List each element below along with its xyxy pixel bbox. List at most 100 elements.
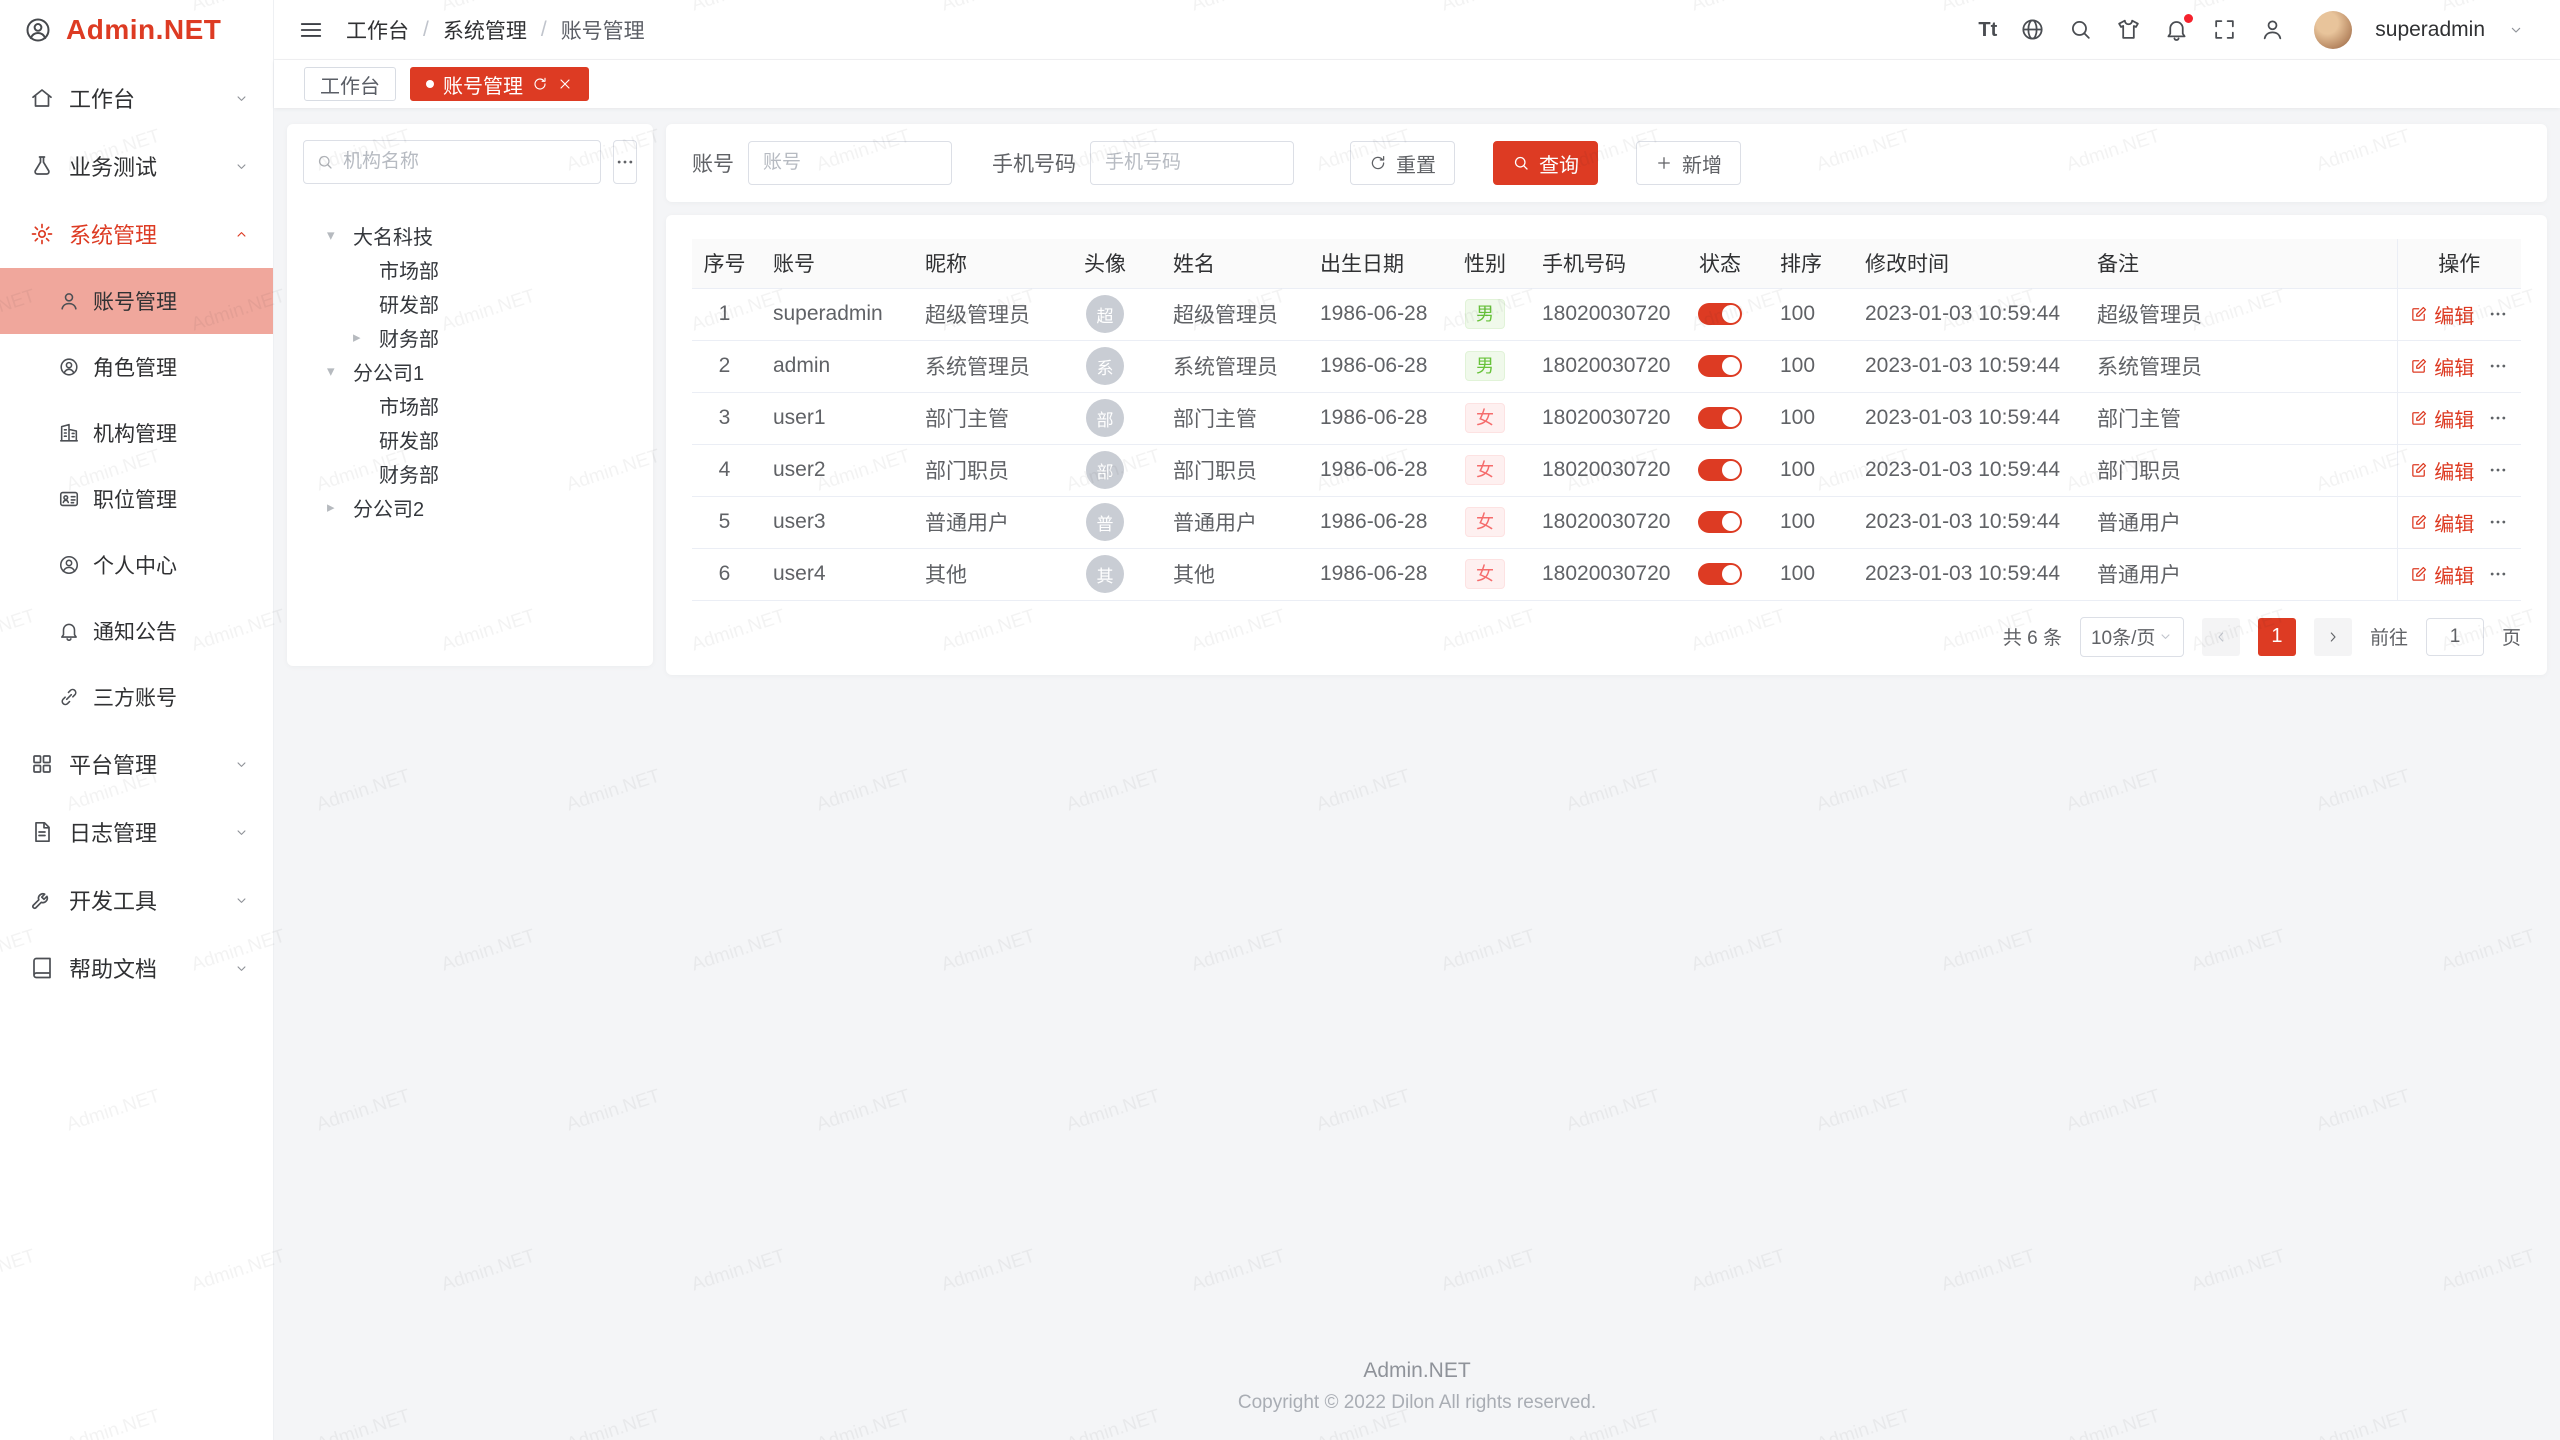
edit-button[interactable]: 编辑	[2410, 560, 2474, 589]
org-tree-panel: ▾ 大名科技 市场部 研发部 ▸ 财务部	[287, 124, 653, 666]
tab-account-management[interactable]: 账号管理	[410, 67, 589, 101]
sidebar-item-system-management[interactable]: 系统管理	[0, 200, 273, 268]
user-name[interactable]: superadmin	[2375, 18, 2485, 42]
goto-label: 前往	[2370, 623, 2408, 650]
sidebar-item-personal-center[interactable]: 个人中心	[0, 532, 273, 598]
tree-node[interactable]: ▸ 分公司2	[303, 490, 637, 524]
close-icon[interactable]	[557, 76, 573, 92]
tree-node[interactable]: 财务部	[303, 456, 637, 490]
gender-tag: 男	[1465, 351, 1505, 381]
phone-input[interactable]	[1090, 141, 1294, 185]
more-actions-icon[interactable]	[2488, 512, 2508, 532]
org-search-input[interactable]	[343, 151, 588, 173]
edit-button[interactable]: 编辑	[2410, 352, 2474, 381]
cell-phone: 18020030720	[1526, 444, 1676, 496]
status-toggle[interactable]	[1698, 407, 1742, 429]
sidebar-item-label: 个人中心	[93, 550, 177, 580]
tree-node[interactable]: 市场部	[303, 388, 637, 422]
add-button[interactable]: 新增	[1636, 141, 1741, 185]
status-toggle[interactable]	[1698, 563, 1742, 585]
chevron-down-icon	[234, 961, 249, 976]
logo-text: Admin.NET	[66, 14, 221, 46]
cell-birth-date: 1986-06-28	[1304, 548, 1444, 600]
edit-button[interactable]: 编辑	[2410, 508, 2474, 537]
page-number-1[interactable]: 1	[2258, 618, 2296, 656]
theme-icon[interactable]	[2116, 17, 2141, 42]
page-size-value: 10条/页	[2091, 623, 2155, 650]
row-avatar: 其	[1086, 555, 1124, 593]
sidebar-item-platform-management[interactable]: 平台管理	[0, 730, 273, 798]
sidebar-item-position-management[interactable]: 职位管理	[0, 466, 273, 532]
caret-down-icon[interactable]: ▾	[327, 362, 353, 380]
row-avatar: 部	[1086, 399, 1124, 437]
breadcrumb: 工作台 / 系统管理 / 账号管理	[346, 15, 645, 45]
sidebar-item-org-management[interactable]: 机构管理	[0, 400, 273, 466]
app-logo[interactable]: Admin.NET	[0, 0, 273, 60]
notification-icon[interactable]	[2164, 17, 2189, 42]
prev-page-button[interactable]	[2202, 618, 2240, 656]
refresh-icon[interactable]	[532, 76, 548, 92]
status-toggle[interactable]	[1698, 511, 1742, 533]
chevron-up-icon	[234, 227, 249, 242]
more-actions-icon[interactable]	[2488, 408, 2508, 428]
sidebar-item-help-docs[interactable]: 帮助文档	[0, 934, 273, 1002]
breadcrumb-item[interactable]: 系统管理	[443, 15, 527, 45]
edit-button[interactable]: 编辑	[2410, 456, 2474, 485]
cell-name: 部门职员	[1157, 444, 1304, 496]
sidebar-item-business-test[interactable]: 业务测试	[0, 132, 273, 200]
cell-modified-time: 2023-01-03 10:59:44	[1849, 288, 2081, 340]
profile-icon[interactable]	[2260, 17, 2285, 42]
chevron-down-icon[interactable]	[2508, 22, 2524, 38]
sidebar-item-label: 账号管理	[93, 286, 177, 316]
more-actions-icon[interactable]	[2488, 356, 2508, 376]
flask-icon	[30, 154, 54, 178]
caret-down-icon[interactable]: ▾	[327, 226, 353, 244]
tree-node[interactable]: 市场部	[303, 252, 637, 286]
reset-button[interactable]: 重置	[1350, 141, 1455, 185]
sidebar-item-log-management[interactable]: 日志管理	[0, 798, 273, 866]
col-header: 状态	[1676, 239, 1764, 288]
query-button[interactable]: 查询	[1493, 141, 1598, 185]
tree-more-button[interactable]	[613, 140, 637, 184]
tree-node[interactable]: 研发部	[303, 422, 637, 456]
more-icon	[615, 152, 635, 172]
font-size-icon[interactable]: Tt	[1978, 20, 1997, 40]
cell-sort: 100	[1764, 496, 1849, 548]
goto-page-input[interactable]	[2426, 618, 2484, 656]
status-toggle[interactable]	[1698, 355, 1742, 377]
search-icon[interactable]	[2068, 17, 2093, 42]
more-actions-icon[interactable]	[2488, 460, 2508, 480]
breadcrumb-item[interactable]: 工作台	[346, 15, 409, 45]
sidebar-item-notifications[interactable]: 通知公告	[0, 598, 273, 664]
fullscreen-icon[interactable]	[2212, 17, 2237, 42]
edit-button[interactable]: 编辑	[2410, 300, 2474, 329]
status-toggle[interactable]	[1698, 303, 1742, 325]
edit-button[interactable]: 编辑	[2410, 404, 2474, 433]
account-input[interactable]	[748, 141, 952, 185]
tree-node[interactable]: ▾ 分公司1	[303, 354, 637, 388]
tree-node[interactable]: ▾ 大名科技	[303, 218, 637, 252]
page-size-select[interactable]: 10条/页	[2080, 617, 2184, 657]
more-actions-icon[interactable]	[2488, 564, 2508, 584]
caret-right-icon[interactable]: ▸	[353, 328, 379, 346]
hamburger-menu-icon[interactable]	[298, 17, 324, 43]
sidebar-item-account-management[interactable]: 账号管理	[0, 268, 273, 334]
tree-node[interactable]: 研发部	[303, 286, 637, 320]
tree-node-label: 研发部	[379, 425, 439, 454]
user-avatar[interactable]	[2314, 11, 2352, 49]
next-page-button[interactable]	[2314, 618, 2352, 656]
language-icon[interactable]	[2020, 17, 2045, 42]
cell-modified-time: 2023-01-03 10:59:44	[1849, 392, 2081, 444]
sidebar-item-dev-tools[interactable]: 开发工具	[0, 866, 273, 934]
sidebar-item-workbench[interactable]: 工作台	[0, 64, 273, 132]
accounts-table-panel: 序号 账号 昵称 头像 姓名 出生日期 性别 手机号码 状态 排序	[666, 215, 2547, 675]
caret-right-icon[interactable]: ▸	[327, 498, 353, 516]
status-toggle[interactable]	[1698, 459, 1742, 481]
cell-account: user3	[757, 496, 909, 548]
more-actions-icon[interactable]	[2488, 304, 2508, 324]
tab-workbench[interactable]: 工作台	[304, 67, 396, 101]
cell-name: 超级管理员	[1157, 288, 1304, 340]
sidebar-item-role-management[interactable]: 角色管理	[0, 334, 273, 400]
tree-node[interactable]: ▸ 财务部	[303, 320, 637, 354]
sidebar-item-third-party-accounts[interactable]: 三方账号	[0, 664, 273, 730]
